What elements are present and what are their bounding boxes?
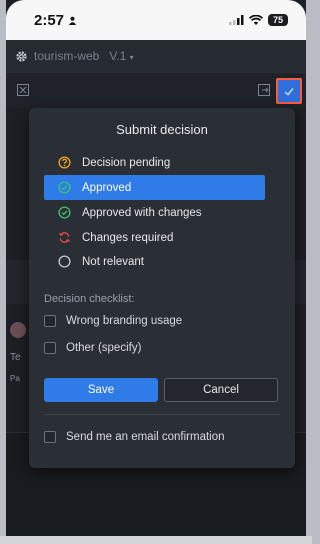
option-label: Approved [82, 181, 132, 194]
bg-text-fragment: Te [10, 352, 21, 363]
project-name[interactable]: tourism-web [34, 49, 99, 63]
bg-text-fragment: Pa [10, 374, 20, 383]
email-confirmation-label: Send me an email confirmation [66, 431, 225, 443]
checkbox[interactable] [44, 342, 56, 354]
checkbox[interactable] [44, 315, 56, 327]
option-approved-with-changes[interactable]: Approved with changes [44, 200, 265, 225]
app-header: tourism-web V.1 ▾ [6, 40, 306, 72]
submit-decision-button[interactable] [276, 78, 302, 104]
check-circle-icon [57, 181, 71, 195]
divider [44, 414, 280, 415]
option-label: Changes required [82, 231, 174, 244]
email-confirmation-option[interactable]: Send me an email confirmation [44, 431, 225, 443]
empty-circle-icon [57, 255, 71, 269]
checklist-item-other[interactable]: Other (specify) [44, 342, 141, 354]
battery-icon: 75 [268, 14, 288, 26]
person-icon [68, 16, 77, 25]
save-button[interactable]: Save [44, 378, 158, 402]
popover-title: Submit decision [116, 122, 208, 137]
option-decision-pending[interactable]: Decision pending [44, 150, 265, 175]
checklist-label: Wrong branding usage [66, 315, 183, 327]
option-label: Decision pending [82, 156, 171, 169]
option-changes-required[interactable]: Changes required [44, 225, 265, 250]
status-icons: 75 [229, 14, 288, 26]
check-circle-icon [57, 206, 71, 220]
check-icon [284, 87, 294, 96]
expand-icon[interactable] [17, 84, 29, 96]
refresh-icon [57, 231, 71, 245]
chevron-down-icon: ▾ [129, 53, 134, 62]
avatar [10, 322, 26, 338]
cancel-button[interactable]: Cancel [164, 378, 278, 402]
export-icon[interactable] [258, 84, 270, 96]
option-label: Approved with changes [82, 206, 202, 219]
status-time: 2:57 [34, 12, 77, 29]
checklist-heading: Decision checklist: [44, 293, 135, 305]
question-circle-icon [57, 156, 71, 170]
option-approved[interactable]: Approved [44, 175, 265, 200]
checklist-item-wrong-branding[interactable]: Wrong branding usage [44, 315, 182, 327]
secondary-toolbar [6, 72, 306, 109]
checklist-label: Other (specify) [66, 342, 142, 354]
signal-icon [229, 15, 244, 25]
time-text: 2:57 [34, 11, 65, 29]
phone-frame: 2:57 75 tourism-web V.1 ▾ Te Pa Submit d… [6, 0, 306, 544]
status-bar: 2:57 75 [6, 0, 306, 40]
submit-decision-popover: Submit decision Decision pending Approve… [29, 108, 295, 468]
option-not-relevant[interactable]: Not relevant [44, 249, 265, 274]
version-label: V.1 [109, 49, 127, 63]
wifi-icon [249, 14, 263, 25]
gear-icon[interactable] [15, 50, 28, 63]
home-indicator-area [0, 536, 312, 544]
checkbox[interactable] [44, 431, 56, 443]
option-label: Not relevant [82, 255, 145, 268]
version-select[interactable]: V.1 ▾ [109, 49, 133, 63]
